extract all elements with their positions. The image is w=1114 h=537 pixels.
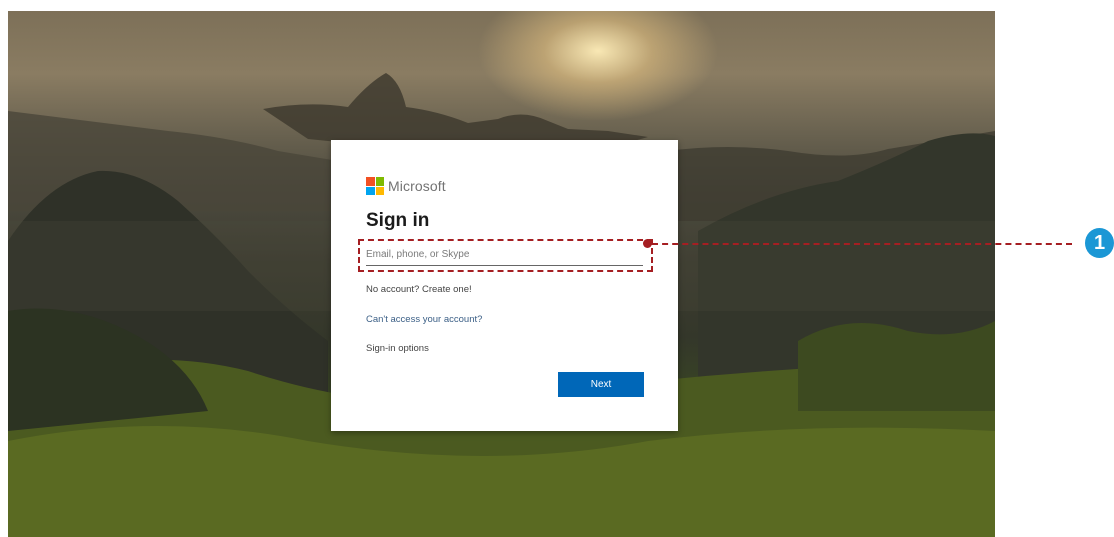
- brand-name: Microsoft: [388, 178, 446, 194]
- callout-leader-line: [652, 243, 1072, 245]
- signin-card: Microsoft Sign in No account? Create one…: [331, 140, 678, 431]
- create-account-link[interactable]: No account? Create one!: [366, 284, 472, 295]
- callout-number-badge: 1: [1085, 228, 1114, 258]
- callout-pointer-dot: [643, 239, 652, 248]
- cant-access-account-link[interactable]: Can't access your account?: [366, 314, 482, 325]
- next-button[interactable]: Next: [558, 372, 644, 397]
- callout-highlight-box: [358, 239, 653, 272]
- background-photo: Microsoft Sign in No account? Create one…: [8, 11, 995, 537]
- brand: Microsoft: [366, 177, 446, 195]
- microsoft-logo-icon: [366, 177, 384, 195]
- signin-options-link[interactable]: Sign-in options: [366, 343, 429, 354]
- page-title: Sign in: [366, 210, 430, 231]
